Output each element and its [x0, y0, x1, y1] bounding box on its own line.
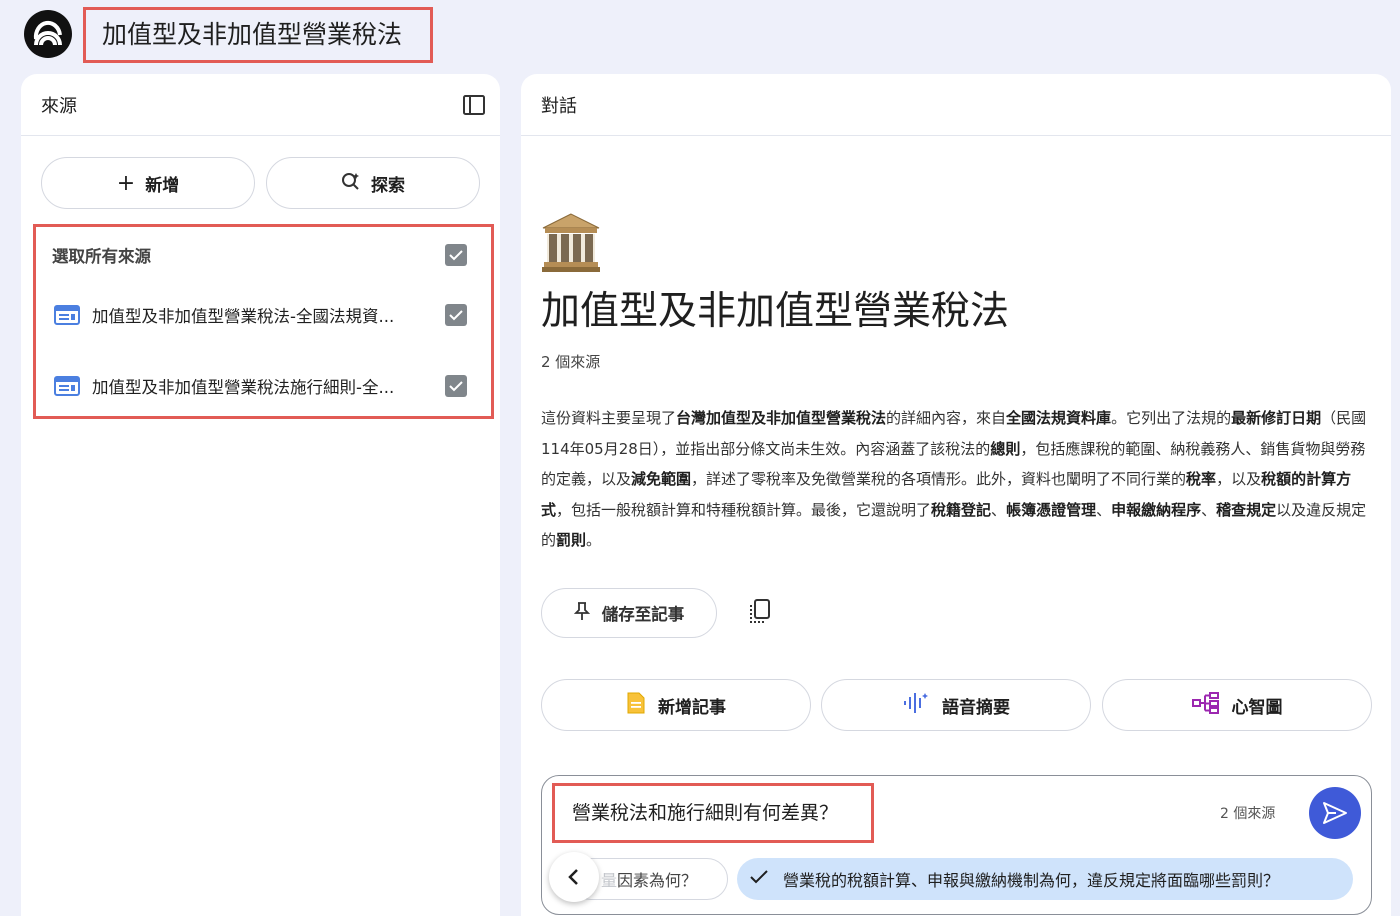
- save-to-note-button[interactable]: 儲存至記事: [541, 588, 717, 638]
- composer-source-count: 2 個來源: [1220, 806, 1276, 822]
- source-checkbox[interactable]: [445, 304, 467, 326]
- source-list: 選取所有來源 加值型及非加值型營業稅法-全國法規資... 加值型及非加值型營業稅…: [33, 224, 494, 419]
- document-icon: [54, 376, 80, 396]
- chat-input[interactable]: 營業稅法和施行細則有何差異？: [552, 783, 874, 843]
- notebooklm-logo-icon[interactable]: [24, 10, 72, 58]
- collapse-panel-icon[interactable]: [462, 93, 486, 117]
- chevron-left-icon[interactable]: [549, 852, 599, 902]
- classical-building-icon: [541, 212, 601, 274]
- explore-sources-button[interactable]: 探索: [266, 157, 480, 209]
- send-icon: [1323, 802, 1347, 824]
- notebook-summary: 這份資料主要呈現了台灣加值型及非加值型營業稅法的詳細內容，來自全國法規資料庫。它…: [541, 409, 1367, 549]
- select-all-sources-row[interactable]: 選取所有來源: [36, 230, 491, 280]
- pin-icon: [573, 601, 590, 625]
- add-source-button[interactable]: + 新增: [41, 157, 255, 209]
- chat-panel-title: 對話: [541, 95, 577, 117]
- sources-panel-header: 來源: [21, 74, 500, 136]
- chat-composer: 營業稅法和施行細則有何差異？ 2 個來源 量因素為何？ 營業稅的稅額計算、申報與…: [541, 775, 1372, 915]
- add-note-button[interactable]: 新增記事: [541, 679, 811, 731]
- document-icon: [54, 305, 80, 325]
- select-all-checkbox[interactable]: [445, 244, 467, 266]
- chat-panel: 對話 加值型及非加值型營業稅法 2 個來源 這份資料主要呈現了台灣加值型及非加值…: [521, 74, 1391, 916]
- source-item-label: 加值型及非加值型營業稅法-全國法規資...: [92, 307, 395, 326]
- source-count: 2 個來源: [541, 353, 601, 371]
- mind-map-button[interactable]: 心智圖: [1102, 679, 1372, 731]
- note-icon: [626, 691, 646, 720]
- source-checkbox[interactable]: [445, 375, 467, 397]
- chat-panel-header: 對話: [521, 74, 1391, 136]
- send-button[interactable]: [1309, 787, 1361, 839]
- plus-icon: +: [116, 170, 136, 196]
- source-item[interactable]: 加值型及非加值型營業稅法-全國法規資...: [36, 290, 491, 340]
- source-item[interactable]: 加值型及非加值型營業稅法施行細則-全...: [36, 361, 491, 411]
- copy-icon[interactable]: [747, 598, 773, 626]
- audio-waveform-icon: [902, 691, 930, 720]
- suggestion-chip[interactable]: 營業稅的稅額計算、申報與繳納機制為何，違反規定將面臨哪些罰則？: [737, 858, 1353, 900]
- audio-overview-button[interactable]: 語音摘要: [821, 679, 1091, 731]
- select-all-label: 選取所有來源: [52, 247, 151, 266]
- check-icon: [749, 869, 769, 889]
- search-sparkle-icon: [341, 171, 361, 196]
- mind-map-icon: [1191, 691, 1220, 719]
- source-item-label: 加值型及非加值型營業稅法施行細則-全...: [92, 378, 395, 397]
- notebook-heading: 加值型及非加值型營業稅法: [541, 289, 1010, 334]
- notebook-title[interactable]: 加值型及非加值型營業稅法: [83, 7, 433, 63]
- sources-panel-title: 來源: [41, 95, 77, 117]
- sources-panel: 來源 + 新增 探索 選取所有來源 加值型及非加值型營業稅法-全國法規資... …: [21, 74, 500, 916]
